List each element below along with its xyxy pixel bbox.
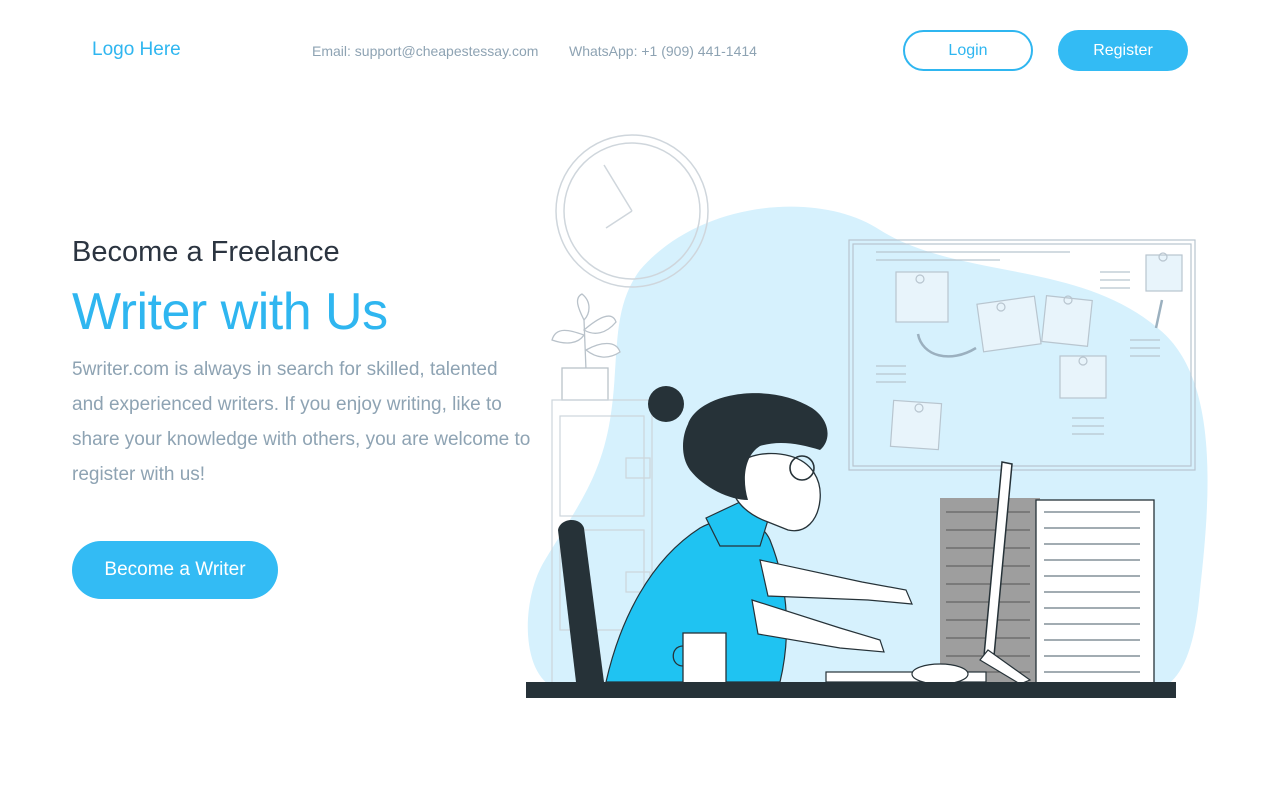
register-button[interactable]: Register <box>1058 30 1188 71</box>
mouse-icon <box>911 663 969 685</box>
hero-subtitle: Become a Freelance <box>72 236 340 268</box>
login-button[interactable]: Login <box>903 30 1033 71</box>
white-paper-stack <box>1035 499 1155 685</box>
contact-email: Email: support@cheapestessay.com <box>312 43 539 59</box>
hero-title: Writer with Us <box>72 283 388 341</box>
woman-typing-at-desk-illustration <box>526 134 1208 698</box>
become-writer-button[interactable]: Become a Writer <box>72 541 278 599</box>
hero-description: 5writer.com is always in search for skil… <box>72 359 531 485</box>
logo-link[interactable]: Logo Here <box>92 39 181 61</box>
contact-whatsapp: WhatsApp: +1 (909) 441-1414 <box>569 43 757 59</box>
desk <box>526 682 1176 698</box>
plant-icon <box>551 293 621 401</box>
